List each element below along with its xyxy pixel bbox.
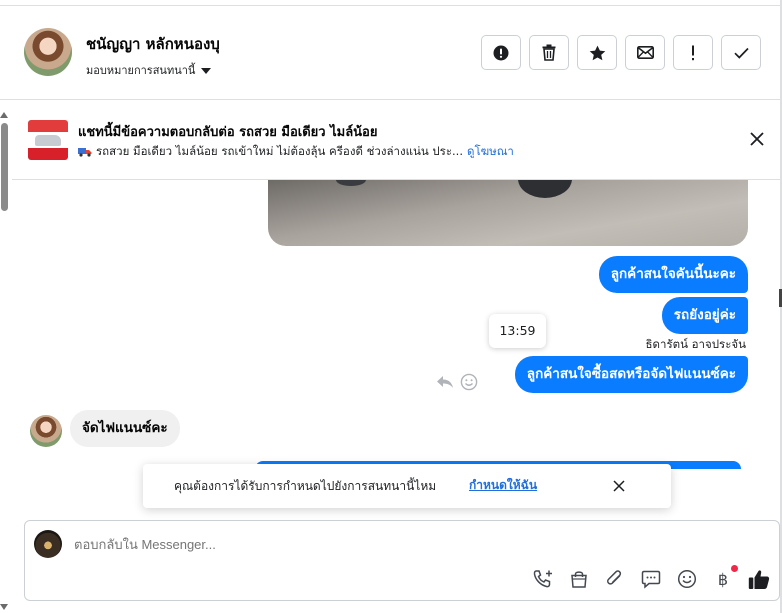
outgoing-message[interactable]: ลูกค้าสนใจซื้อสดหรือจัดไฟแนนซ์คะ: [514, 356, 748, 393]
message-photo[interactable]: [268, 180, 748, 246]
emoji-button[interactable]: [675, 567, 699, 591]
assign-prompt-text: คุณต้องการได้รับการกำหนดไปยังการสนทนานี้…: [174, 479, 437, 493]
timestamp-tooltip: 13:59: [489, 314, 546, 348]
saved-replies-button[interactable]: [639, 567, 663, 591]
notification-dot: [731, 565, 738, 572]
emoji-react-icon[interactable]: [460, 373, 478, 391]
assign-label: มอบหมายการสนทนานี้: [86, 64, 196, 77]
reply-input[interactable]: [74, 537, 674, 552]
call-button[interactable]: [531, 567, 555, 591]
scroll-up-arrow-icon[interactable]: [0, 112, 8, 118]
assign-prompt-toast: คุณต้องการได้รับการกำหนดไปยังการสนทนานี้…: [143, 464, 671, 508]
mark-spam-button[interactable]: [481, 35, 521, 70]
contact-avatar-small[interactable]: [30, 415, 62, 447]
star-icon: [589, 45, 605, 60]
payment-button[interactable]: ฿: [711, 565, 738, 591]
page-avatar: [34, 530, 62, 558]
star-button[interactable]: [577, 35, 617, 70]
message-composer: ฿: [24, 520, 780, 601]
delete-button[interactable]: [529, 35, 569, 70]
send-like-button[interactable]: [747, 567, 771, 591]
close-icon[interactable]: [612, 479, 626, 493]
ad-thumbnail[interactable]: [28, 120, 68, 160]
baht-icon: ฿: [717, 569, 729, 589]
truck-icon: [78, 148, 92, 157]
scroll-down-arrow-icon[interactable]: [0, 604, 8, 610]
conversation-header: ชนัญญา หลักหนองบุ มอบหมายการสนทนานี้: [0, 6, 780, 100]
ad-banner-subtitle: รถสวย มือเดียว ไมล์น้อย รถเข้าใหม่ ไม่ต้…: [78, 143, 514, 161]
exclamation-icon: [692, 45, 694, 60]
outgoing-message[interactable]: ลูกค้าสนใจคันนี้นะคะ: [598, 256, 748, 293]
ad-reply-banner: แชทนี้มีข้อความตอบกลับต่อ รถสวย มือเดียว…: [12, 101, 780, 180]
follow-up-button[interactable]: [673, 35, 713, 70]
close-icon[interactable]: [748, 130, 766, 148]
contact-name[interactable]: ชนัญญา หลักหนองบุ: [86, 32, 220, 56]
envelope-icon: [636, 46, 654, 59]
assign-conversation-dropdown[interactable]: มอบหมายการสนทนานี้: [86, 61, 212, 79]
composer-tools: ฿: [531, 565, 771, 591]
scrollbar-thumb[interactable]: [1, 123, 8, 211]
caret-down-icon: [201, 67, 212, 74]
check-icon: [733, 47, 749, 59]
outgoing-message[interactable]: รถยังอยู่ค่ะ: [661, 297, 748, 334]
message-sender-label: ธิดารัตน์ อาจประจัน: [645, 337, 746, 351]
shop-button[interactable]: [567, 567, 591, 591]
ad-description: รถสวย มือเดียว ไมล์น้อย รถเข้าใหม่ ไม่ต้…: [96, 144, 463, 158]
view-ad-link[interactable]: ดูโฆษณา: [467, 143, 514, 161]
header-actions: [481, 35, 761, 70]
shopping-bag-icon: [571, 571, 587, 588]
alert-circle-icon: [493, 45, 509, 60]
thumbs-up-icon: [748, 569, 770, 589]
mark-unread-button[interactable]: [625, 35, 665, 70]
incoming-message[interactable]: จัดไฟแนนซ์คะ: [70, 410, 180, 447]
smiley-icon: [677, 569, 697, 589]
attach-button[interactable]: [603, 567, 627, 591]
reply-icon[interactable]: [436, 374, 454, 390]
message-hover-tools: [436, 373, 478, 391]
assign-to-me-link[interactable]: กำหนดให้ฉัน: [469, 476, 537, 495]
trash-icon: [542, 44, 556, 61]
chat-bubble-icon: [641, 570, 661, 589]
phone-plus-icon: [533, 570, 552, 588]
contact-avatar[interactable]: [24, 28, 72, 76]
ad-banner-title: แชทนี้มีข้อความตอบกลับต่อ รถสวย มือเดียว…: [78, 125, 378, 140]
paperclip-icon: [607, 570, 622, 585]
conversation-panel: ชนัญญา หลักหนองบุ มอบหมายการสนทนานี้ แชท…: [0, 0, 782, 613]
mark-done-button[interactable]: [721, 35, 761, 70]
